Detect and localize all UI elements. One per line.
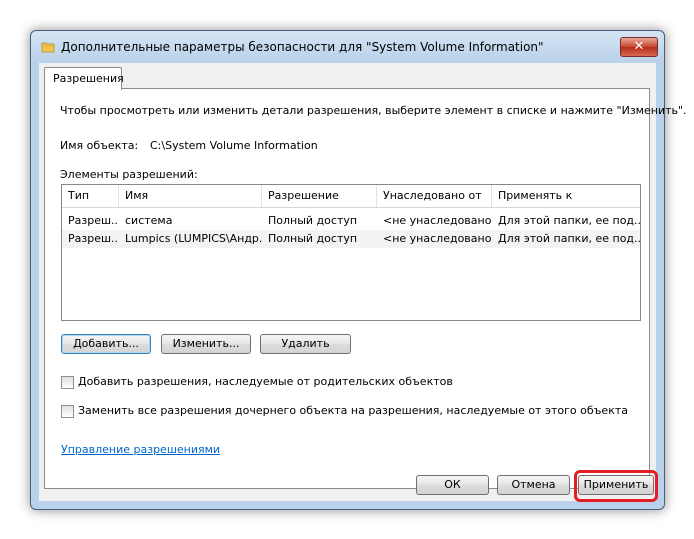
close-button[interactable]: ✕ (620, 37, 658, 57)
column-header-name[interactable]: Имя (119, 185, 262, 207)
permissions-panel: Чтобы просмотреть или изменить детали ра… (44, 88, 687, 489)
delete-button[interactable]: Удалить (260, 334, 351, 354)
cell-applies-to: Для этой папки, ее под... (498, 232, 640, 245)
column-header-permission[interactable]: Разрешение (262, 185, 377, 207)
object-name-label: Имя объекта: (60, 139, 139, 152)
cell-applies-to: Для этой папки, ее под... (498, 214, 640, 227)
manage-permissions-link[interactable]: Управление разрешениями (61, 443, 220, 456)
title-bar[interactable]: Дополнительные параметры безопасности дл… (31, 31, 664, 63)
column-header-inherited-from[interactable]: Унаследовано от (377, 185, 492, 207)
column-header-applies-to[interactable]: Применять к (492, 185, 640, 207)
table-row[interactable]: Разреш... Lumpics (LUMPICS\Андр... Полны… (62, 230, 640, 248)
inherit-permissions-checkbox[interactable] (61, 376, 74, 389)
panel-description: Чтобы просмотреть или изменить детали ра… (60, 104, 687, 117)
cell-name: Lumpics (LUMPICS\Андр... (125, 232, 262, 245)
edit-button[interactable]: Изменить... (161, 334, 251, 354)
ok-button[interactable]: ОК (416, 475, 489, 495)
object-name-value: C:\System Volume Information (150, 139, 318, 152)
folder-icon (41, 42, 55, 53)
cell-inherited-from: <не унаследовано> (383, 214, 492, 227)
replace-child-permissions-label[interactable]: Заменить все разрешения дочернего объект… (78, 404, 628, 417)
window-title: Дополнительные параметры безопасности дл… (61, 40, 544, 54)
list-header: Тип Имя Разрешение Унаследовано от Приме… (62, 185, 640, 208)
cancel-button[interactable]: Отмена (497, 475, 570, 495)
inherit-permissions-label[interactable]: Добавить разрешения, наследуемые от роди… (78, 375, 453, 388)
column-header-type[interactable]: Тип (62, 185, 119, 207)
table-row[interactable]: Разреш... система Полный доступ <не унас… (62, 212, 640, 230)
add-button[interactable]: Добавить... (61, 334, 151, 354)
tab-label: Разрешения (53, 72, 124, 85)
permission-entries-list[interactable]: Тип Имя Разрешение Унаследовано от Приме… (61, 184, 641, 321)
cell-name: система (125, 214, 173, 227)
cell-inherited-from: <не унаследовано> (383, 232, 492, 245)
cell-type: Разреш... (68, 214, 119, 227)
tab-permissions[interactable]: Разрешения (44, 67, 124, 90)
dialog-client-area: Разрешения Чтобы просмотреть или изменит… (39, 63, 687, 501)
cell-permission: Полный доступ (268, 232, 358, 245)
permission-entries-label: Элементы разрешений: (60, 168, 198, 181)
replace-child-permissions-checkbox[interactable] (61, 405, 74, 418)
advanced-security-dialog: Дополнительные параметры безопасности дл… (30, 30, 687, 510)
close-icon: ✕ (633, 39, 645, 54)
cell-permission: Полный доступ (268, 214, 358, 227)
apply-highlight-annotation (574, 470, 658, 502)
cell-type: Разреш... (68, 232, 119, 245)
